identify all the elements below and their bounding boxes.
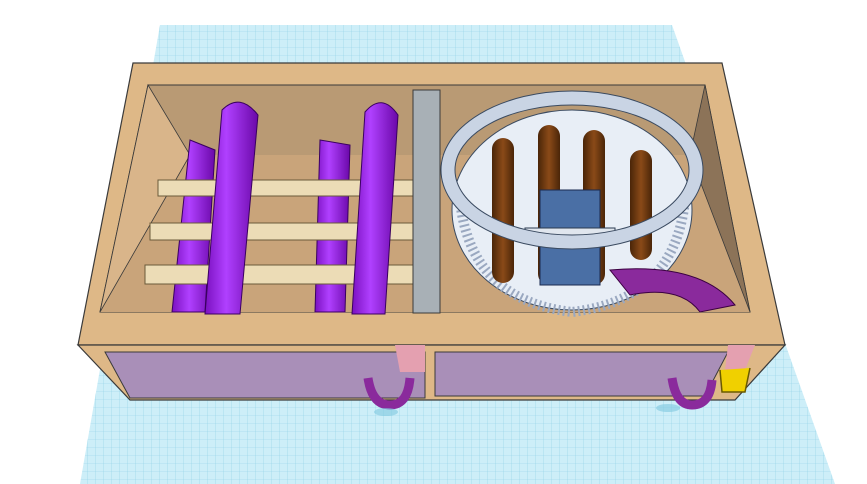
rod-4 [630, 150, 652, 260]
drawer-front-right[interactable] [434, 351, 729, 397]
workplane-3d-view[interactable] [0, 0, 867, 484]
clip-icon [719, 367, 751, 393]
scene-svg [76, 25, 835, 484]
divider-panel [412, 89, 441, 314]
rod-1 [492, 138, 514, 283]
drawer-tab-left [395, 345, 425, 372]
drawer-front-left[interactable] [104, 351, 426, 399]
